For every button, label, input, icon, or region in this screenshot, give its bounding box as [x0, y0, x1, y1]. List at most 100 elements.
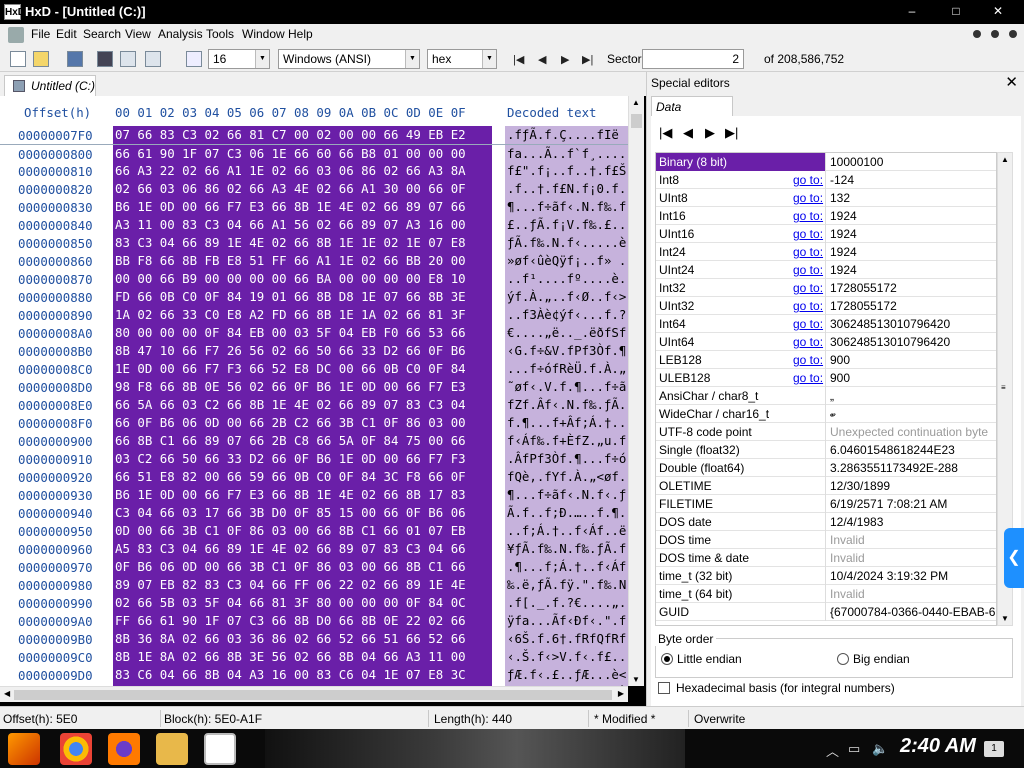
inspector-row[interactable]: UInt64 go to: 306248513010796420	[656, 333, 996, 351]
next-sector-icon[interactable]: ▶	[561, 53, 569, 66]
mdi-close-icon[interactable]	[1009, 30, 1017, 38]
mdi-restore-icon[interactable]	[991, 30, 999, 38]
inspector-row[interactable]: DOS date 12/4/1983	[656, 513, 996, 531]
previous-icon[interactable]: ◀	[683, 125, 693, 141]
first-sector-icon[interactable]: |◀	[513, 53, 524, 66]
hex-row[interactable]: 0000000850 83 C3 04 66 89 1E 4E 02 66 8B …	[0, 234, 628, 252]
hex-row[interactable]: 00000008A0 80 00 00 00 0F 84 EB 00 03 5F …	[0, 324, 628, 342]
hex-row[interactable]: 00000008E0 66 5A 66 03 C2 66 8B 1E 4E 02 …	[0, 396, 628, 414]
row-decoded-text[interactable]: .f..†.f£N.f¡0.f.	[505, 180, 628, 198]
inspector-value[interactable]: 1924	[830, 263, 996, 277]
scroll-thumb[interactable]	[631, 114, 642, 128]
row-decoded-text[interactable]: ‰.ë‚ƒÃ.fÿ.".f‰.N	[505, 576, 628, 594]
hex-row[interactable]: 0000000830 B6 1E 0D 00 66 F7 E3 66 8B 1E …	[0, 198, 628, 216]
clock[interactable]: 2:40 AM	[900, 735, 976, 758]
close-button[interactable]: ✕	[978, 3, 1018, 19]
row-hex-bytes[interactable]: 66 5A 66 03 C2 66 8B 1E 4E 02 66 89 07 8…	[113, 396, 492, 414]
inspector-value[interactable]: Unexpected continuation byte	[830, 425, 996, 439]
row-hex-bytes[interactable]: 66 51 E8 82 00 66 59 66 0B C0 0F 84 3C F…	[113, 468, 492, 486]
inspector-row[interactable]: UInt24 go to: 1924	[656, 261, 996, 279]
system-menu-icon[interactable]	[8, 27, 24, 43]
inspector-row[interactable]: Double (float64) 3.2863551173492E-288	[656, 459, 996, 477]
inspector-value[interactable]: 6/19/2571 7:08:21 AM	[830, 497, 996, 511]
inspector-value[interactable]: 10000100	[830, 155, 996, 169]
menu-analysis[interactable]: Analysis	[158, 27, 203, 41]
previous-sector-icon[interactable]: ◀	[538, 53, 546, 66]
inspector-row[interactable]: time_t (32 bit) 10/4/2024 3:19:32 PM	[656, 567, 996, 585]
little-endian-label[interactable]: Little endian	[677, 652, 742, 666]
hex-row[interactable]: 00000008B0 8B 47 10 66 F7 26 56 02 66 50 …	[0, 342, 628, 360]
display-mode-select[interactable]: hex ▼	[427, 49, 497, 69]
row-hex-bytes[interactable]: 8B 47 10 66 F7 26 56 02 66 50 66 33 D2 6…	[113, 342, 492, 360]
inspector-value[interactable]: 12/4/1983	[830, 515, 996, 529]
scroll-down-icon[interactable]: ▼	[1001, 614, 1009, 623]
tab-untitled-c[interactable]: Untitled (C:)	[4, 75, 96, 96]
inspector-value[interactable]: 132	[830, 191, 996, 205]
hex-editor[interactable]: Offset(h) 00 01 02 03 04 05 06 07 08 09 …	[0, 96, 644, 686]
row-decoded-text[interactable]: .f[._.f.?€....„.	[505, 594, 628, 612]
inspector-row[interactable]: OLETIME 12/30/1899	[656, 477, 996, 495]
inspector-value[interactable]: 1728055172	[830, 299, 996, 313]
hex-basis-checkbox[interactable]	[658, 682, 670, 694]
row-decoded-text[interactable]: ..f3Àè¢ýf‹...f.?	[505, 306, 628, 324]
hex-row[interactable]: 00000008C0 1E 0D 00 66 F7 F3 66 52 E8 DC …	[0, 360, 628, 378]
inspector-row[interactable]: Single (float32) 6.04601548618244E23	[656, 441, 996, 459]
menu-window[interactable]: Window	[242, 27, 285, 41]
row-decoded-text[interactable]: fa...Ã..f`f¸....	[505, 145, 628, 163]
open-file-icon[interactable]	[33, 51, 49, 67]
goto-link[interactable]: go to:	[793, 335, 823, 349]
inspector-value[interactable]: 1924	[830, 227, 996, 241]
start-icon[interactable]	[8, 733, 40, 765]
tab-data-inspector[interactable]: Data inspector	[651, 96, 733, 128]
row-decoded-text[interactable]: f‹Áf‰.f+ÈfZ.„u.f	[505, 432, 628, 450]
menu-view[interactable]: View	[125, 27, 151, 41]
hex-row[interactable]: 0000000930 B6 1E 0D 00 66 F7 E3 66 8B 1E …	[0, 486, 628, 504]
sector-input[interactable]: 2	[642, 49, 744, 69]
first-icon[interactable]: |◀	[659, 125, 672, 141]
big-endian-radio[interactable]	[837, 653, 849, 665]
close-icon[interactable]: ✕	[1005, 73, 1018, 91]
hex-row[interactable]: 0000000800 66 61 90 1F 07 C3 06 1E 66 60 …	[0, 144, 628, 163]
volume-icon[interactable]: 🔈	[872, 741, 888, 757]
row-hex-bytes[interactable]: 80 00 00 00 0F 84 EB 00 03 5F 04 EB F0 6…	[113, 324, 492, 342]
row-hex-bytes[interactable]: 0F B6 06 0D 00 66 3B C1 0F 86 03 00 66 8…	[113, 558, 492, 576]
row-hex-bytes[interactable]: 8B 36 8A 02 66 03 36 86 02 66 52 66 51 6…	[113, 630, 492, 648]
inspector-row[interactable]: Binary (8 bit) 10000100	[656, 153, 996, 171]
hex-row[interactable]: 0000000910 03 C2 66 50 66 33 D2 66 0F B6 …	[0, 450, 628, 468]
inspector-value[interactable]: 306248513010796420	[830, 317, 996, 331]
row-hex-bytes[interactable]: 0D 00 66 3B C1 0F 86 03 00 66 8B C1 66 0…	[113, 522, 492, 540]
menu-edit[interactable]: Edit	[56, 27, 77, 41]
inspector-value[interactable]: 900	[830, 371, 996, 385]
inspector-row[interactable]: Int16 go to: 1924	[656, 207, 996, 225]
row-decoded-text[interactable]: ƒÆ.f‹.£..ƒÆ...è<	[505, 666, 628, 684]
hex-row[interactable]: 00000008D0 98 F8 66 8B 0E 56 02 66 0F B6 …	[0, 378, 628, 396]
hex-row[interactable]: 0000000990 02 66 5B 03 5F 04 66 81 3F 80 …	[0, 594, 628, 612]
row-hex-bytes[interactable]: 02 66 03 06 86 02 66 A3 4E 02 66 A1 30 0…	[113, 180, 492, 198]
hex-row[interactable]: 0000000810 66 A3 22 02 66 A1 1E 02 66 03 …	[0, 162, 628, 180]
goto-link[interactable]: go to:	[793, 209, 823, 223]
notification-icon[interactable]: 1	[984, 741, 1004, 757]
row-hex-bytes[interactable]: BB F8 66 8B FB E8 51 FF 66 A1 1E 02 66 B…	[113, 252, 492, 270]
inspector-row[interactable]: AnsiChar / char8_t „	[656, 387, 996, 405]
inspector-value[interactable]: Invalid	[830, 551, 996, 565]
inspector-value[interactable]: 306248513010796420	[830, 335, 996, 349]
row-decoded-text[interactable]: ...f÷ófRèÜ.f.À.„	[505, 360, 628, 378]
hex-basis-label[interactable]: Hexadecimal basis (for integral numbers)	[676, 681, 895, 695]
last-sector-icon[interactable]: ▶|	[582, 53, 593, 66]
row-decoded-text[interactable]: ‹G.f÷&V.fPf3Òf.¶	[505, 342, 628, 360]
row-decoded-text[interactable]: Ã.f..f;Ð.…..f.¶.	[505, 504, 628, 522]
inspector-value[interactable]: {67000784-0366-0440-EBAB-662E	[830, 605, 996, 619]
data-inspector-table[interactable]: Binary (8 bit) 10000100 Int8 go to: -124 UInt…	[655, 152, 997, 626]
row-decoded-text[interactable]: fZf.Âf‹.N.f‰.ƒÃ.	[505, 396, 628, 414]
row-hex-bytes[interactable]: 00 00 66 B9 00 00 00 00 66 BA 00 00 00 0…	[113, 270, 492, 288]
network-icon[interactable]: ▭	[848, 741, 860, 757]
row-decoded-text[interactable]: ..f;Á.†..f‹Áf..ë	[505, 522, 628, 540]
row-decoded-text[interactable]: fQè‚.fYf.À.„<øf.	[505, 468, 628, 486]
open-disk-icon[interactable]	[120, 51, 136, 67]
inspector-value[interactable]: 10/4/2024 3:19:32 PM	[830, 569, 996, 583]
row-decoded-text[interactable]: ‹6Š.f.6†.fRfQfRf	[505, 630, 628, 648]
inspector-value[interactable]: 1924	[830, 209, 996, 223]
row-decoded-text[interactable]: ‹.Š.f‹>V.f‹.f£..	[505, 648, 628, 666]
inspector-row[interactable]: FILETIME 6/19/2571 7:08:21 AM	[656, 495, 996, 513]
inspector-value[interactable]: Invalid	[830, 587, 996, 601]
